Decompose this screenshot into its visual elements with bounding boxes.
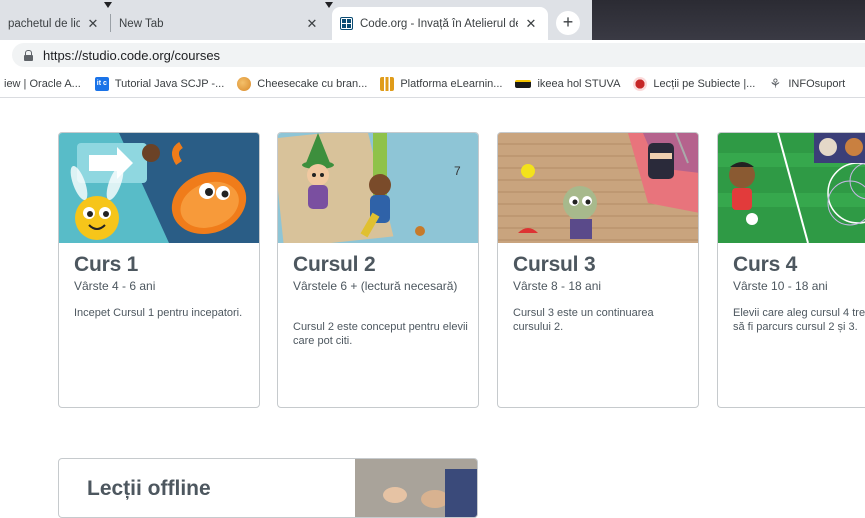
lectii-icon	[633, 76, 648, 91]
course-2-image: 7	[278, 133, 478, 243]
cake-icon	[237, 76, 252, 91]
bookmark-infosuport[interactable]: ⚘ INFOsuport	[768, 75, 846, 91]
course-ages: Vârste 10 - 18 ani	[733, 279, 828, 293]
course-card-4[interactable]: Curs 4 Vârste 10 - 18 ani Elevii care al…	[717, 132, 865, 408]
tab-label: New Tab	[119, 17, 164, 30]
ikea-icon	[515, 79, 532, 88]
bookmark-elearning[interactable]: Platforma eLearnin...	[380, 76, 503, 91]
course-title[interactable]: Cursul 3	[513, 253, 596, 277]
bookmark-java-scjp[interactable]: it c Tutorial Java SCJP -...	[94, 76, 225, 91]
bookmark-label: INFOsuport	[788, 77, 846, 90]
course-description: Cursul 3 este un continuarea cursului 2.	[513, 307, 654, 333]
course-description: Cursul 2 este conceput pentru elevii car…	[293, 321, 468, 347]
bookmarks-bar: iew | Oracle A... it c Tutorial Java SCJ…	[0, 70, 865, 98]
bookmark-oracle[interactable]: iew | Oracle A...	[4, 78, 81, 90]
tab-label: Code.org - Învață în Atelierul de ș	[360, 17, 518, 30]
bookmark-label: iew | Oracle A...	[4, 77, 81, 90]
bookmark-label: Cheesecake cu bran...	[257, 77, 368, 90]
code-org-icon	[340, 17, 353, 30]
bookmark-ikea[interactable]: ikeea hol STUVA	[515, 78, 620, 90]
close-icon[interactable]: ✕	[524, 16, 538, 32]
course-title[interactable]: Curs 1	[74, 253, 138, 277]
toolbar: https://studio.code.org/courses	[0, 40, 865, 70]
course-card-1[interactable]: Curs 1 Vârste 4 - 6 ani Incepet Cursul 1…	[58, 132, 260, 408]
course-4-image	[718, 133, 865, 243]
bookmark-label: Platforma eLearnin...	[400, 77, 503, 90]
infosuport-icon: ⚘	[769, 75, 782, 91]
bookmark-label: ikeea hol STUVA	[537, 77, 621, 90]
lock-icon[interactable]	[24, 49, 33, 61]
itc-icon: it c	[94, 76, 109, 91]
course-description: Elevii care aleg cursul 4 trebui să fi p…	[733, 307, 865, 333]
tab-strip: pachetul de licen ✕ New Tab ✕ Code.org -…	[0, 0, 865, 40]
course-ages: Vârste 4 - 6 ani	[74, 279, 156, 293]
course-title[interactable]: Cursul 2	[293, 253, 376, 277]
offline-title[interactable]: Lecții offline	[87, 477, 211, 501]
address-bar[interactable]: https://studio.code.org/courses	[12, 43, 865, 67]
tab-pachetul[interactable]: pachetul de licen ✕	[0, 7, 110, 40]
tab-new-tab[interactable]: New Tab ✕	[111, 7, 329, 40]
new-tab-button[interactable]: +	[556, 11, 580, 35]
offline-lessons-card[interactable]: Lecții offline	[58, 458, 478, 518]
course-title[interactable]: Curs 4	[733, 253, 797, 277]
bookmark-label: Tutorial Java SCJP -...	[114, 77, 225, 90]
course-1-image	[59, 133, 259, 243]
offline-image	[355, 459, 477, 517]
course-ages: Vârste 8 - 18 ani	[513, 279, 602, 293]
close-icon[interactable]: ✕	[305, 16, 319, 32]
window-frame	[592, 0, 865, 40]
course-ages: Vârstele 6 + (lectură necesară)	[293, 279, 458, 293]
bookmark-cheesecake[interactable]: Cheesecake cu bran...	[237, 76, 368, 91]
course-card-2[interactable]: 7 Cursul 2 Vârstele 6 + (lectură necesar…	[277, 132, 479, 408]
course-description: Incepet Cursul 1 pentru incepatori.	[74, 307, 243, 319]
elearning-icon	[380, 76, 395, 91]
url-text[interactable]: https://studio.code.org/courses	[43, 48, 220, 63]
bookmark-label: Lecții pe Subiecte |...	[653, 77, 756, 90]
close-icon[interactable]: ✕	[86, 16, 100, 32]
tab-label: pachetul de licen	[8, 17, 80, 30]
bookmark-lectii[interactable]: Lecții pe Subiecte |...	[633, 76, 756, 91]
tab-code-org[interactable]: Code.org - Învață în Atelierul de ș ✕	[332, 7, 548, 40]
course-card-3[interactable]: Cursul 3 Vârste 8 - 18 ani Cursul 3 este…	[497, 132, 699, 408]
course-2-art-number: 7	[454, 164, 461, 178]
course-3-image	[498, 133, 698, 243]
